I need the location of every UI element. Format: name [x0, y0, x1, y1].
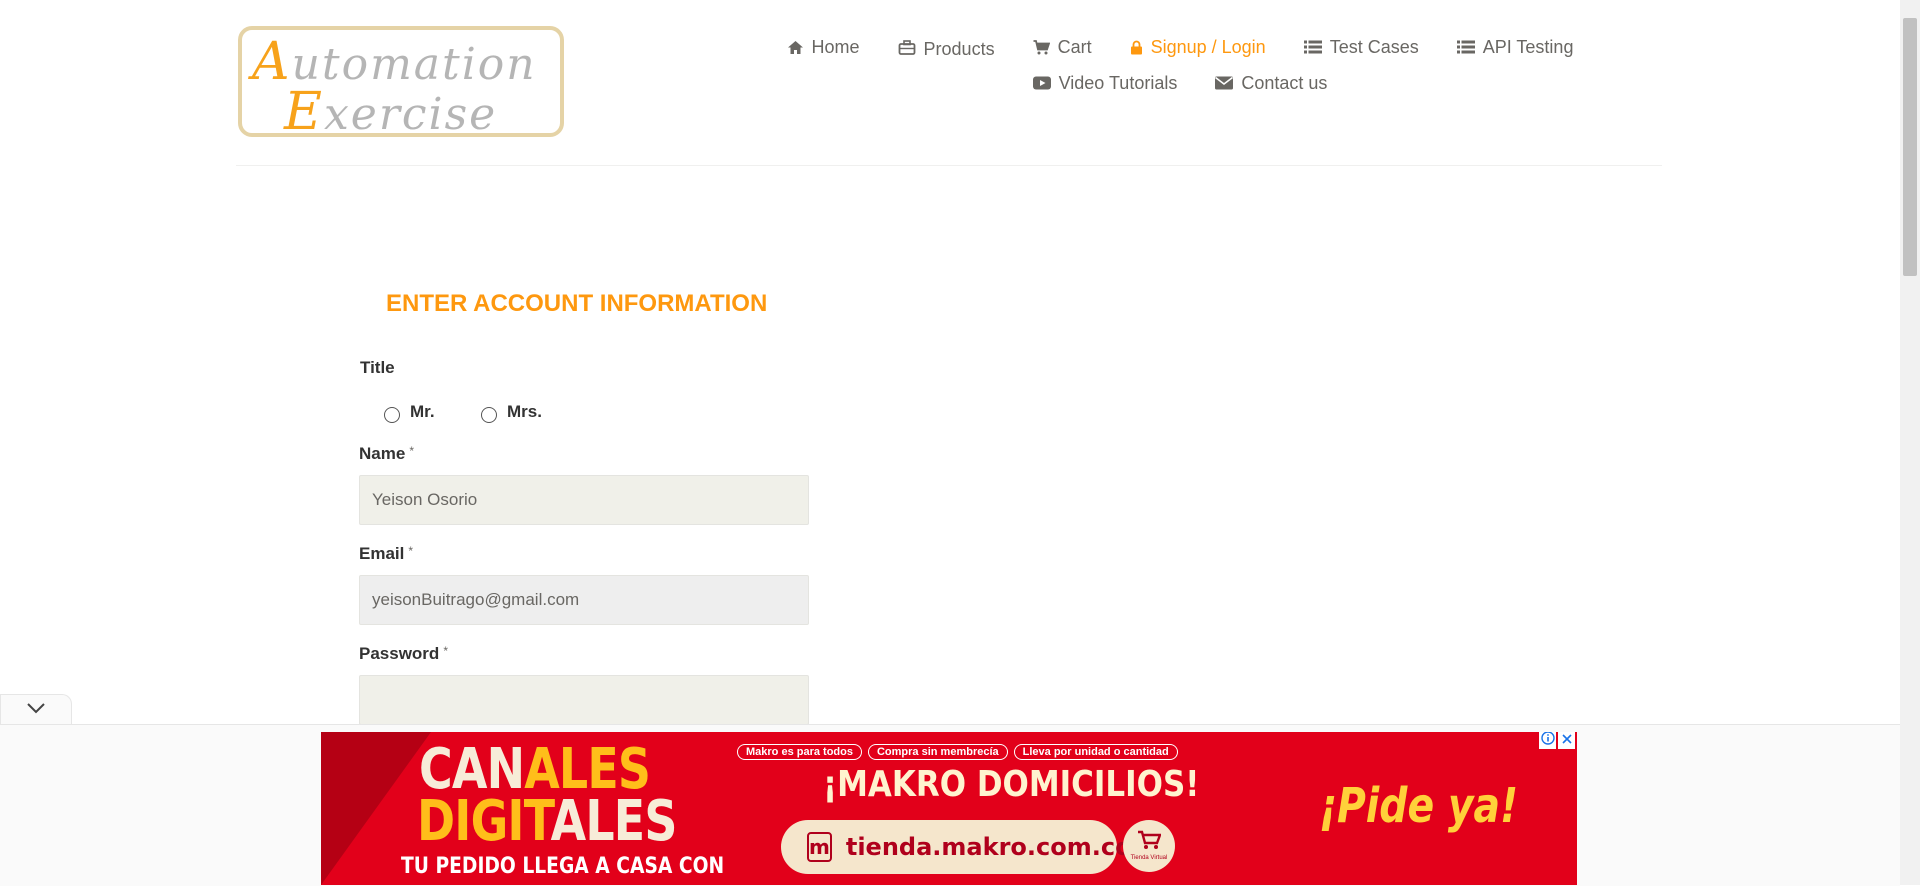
logo-line-2: Exercise [284, 82, 498, 137]
ad-collapse-button[interactable] [0, 694, 72, 724]
nav-row-2: Video Tutorials Contact us [700, 70, 1660, 96]
nav-products-label: Products [923, 38, 995, 59]
form-title: ENTER ACCOUNT INFORMATION [386, 290, 768, 317]
nav-signup-login[interactable]: Signup / Login [1111, 34, 1285, 60]
required-mark: * [408, 544, 414, 558]
ad-cart-caption: Tienda Virtual [1130, 855, 1168, 861]
required-mark: * [409, 444, 414, 458]
cart-icon [1137, 830, 1162, 855]
nav-products[interactable]: Products [879, 34, 1014, 60]
lock-icon [1130, 40, 1143, 55]
page-scrollbar[interactable] [1900, 0, 1920, 885]
youtube-icon [1032, 76, 1051, 90]
email-field[interactable] [359, 575, 809, 625]
title-option-mrs[interactable]: Mrs. [481, 401, 542, 423]
home-icon [787, 40, 804, 55]
ad-info-button[interactable] [1539, 732, 1556, 749]
nav-contact-us-label: Contact us [1241, 72, 1328, 93]
nav-home[interactable]: Home [768, 34, 879, 60]
nav-api-testing-label: API Testing [1482, 36, 1574, 57]
info-icon [1540, 732, 1555, 750]
radio-mrs[interactable] [481, 407, 497, 423]
nav-home-label: Home [811, 36, 860, 57]
main-nav: Home Products Cart Signup / Login Test C… [700, 34, 1660, 96]
ad-headline-line-2: DIGITALES [417, 789, 677, 854]
nav-signup-login-label: Signup / Login [1150, 36, 1266, 57]
ad-cart-badge: Tienda Virtual [1123, 820, 1175, 872]
name-label: Name * [359, 444, 414, 463]
radio-mr[interactable] [384, 407, 400, 423]
nav-api-testing[interactable]: API Testing [1438, 34, 1593, 60]
site-logo[interactable]: Automation Exercise [238, 26, 564, 137]
name-field[interactable] [359, 475, 809, 525]
ad-url-text: tienda.makro.com.co [845, 833, 1132, 861]
nav-video-tutorials-label: Video Tutorials [1058, 72, 1178, 93]
list-icon [1456, 40, 1475, 54]
ad-close-button[interactable] [1558, 732, 1575, 749]
envelope-icon [1215, 76, 1234, 90]
nav-video-tutorials[interactable]: Video Tutorials [1014, 70, 1197, 96]
ad-pill: Lleva por unidad o cantidad [1013, 744, 1178, 760]
close-icon [1561, 732, 1573, 750]
ad-subline: TU PEDIDO LLEGA A CASA CON [401, 854, 725, 879]
header-divider [236, 165, 1662, 166]
ad-banner[interactable]: CANALES DIGITALES TU PEDIDO LLEGA A CASA… [321, 732, 1577, 885]
scrollbar-thumb[interactable] [1903, 18, 1917, 276]
nav-test-cases[interactable]: Test Cases [1285, 34, 1438, 60]
chevron-down-icon [26, 701, 46, 719]
cart-icon [1033, 39, 1050, 55]
ad-cta[interactable]: ¡Pide ya! [1319, 778, 1518, 834]
ad-url-pill[interactable]: m tienda.makro.com.co [781, 820, 1132, 874]
nav-contact-us[interactable]: Contact us [1196, 70, 1346, 96]
ad-center-headline: ¡MAKRO DOMICILIOS! [823, 764, 1200, 805]
nav-cart-label: Cart [1057, 36, 1092, 57]
required-mark: * [443, 644, 448, 658]
password-field[interactable] [359, 675, 809, 725]
makro-logo-icon: m [807, 832, 832, 862]
ad-pill-row: Makro es para todos Compra sin membrecía… [737, 744, 1178, 760]
ad-pill: Makro es para todos [737, 744, 862, 760]
list-icon [1303, 40, 1322, 54]
radio-mrs-label: Mrs. [507, 402, 542, 421]
email-label: Email * [359, 544, 414, 563]
password-label: Password * [359, 644, 448, 663]
briefcase-icon [898, 39, 916, 55]
nav-cart[interactable]: Cart [1014, 34, 1111, 60]
radio-mr-label: Mr. [410, 402, 435, 421]
nav-test-cases-label: Test Cases [1329, 36, 1419, 57]
nav-row-1: Home Products Cart Signup / Login Test C… [700, 34, 1660, 60]
title-option-mr[interactable]: Mr. [384, 401, 435, 423]
ad-pill: Compra sin membrecía [867, 744, 1008, 760]
title-label: Title [360, 358, 395, 377]
